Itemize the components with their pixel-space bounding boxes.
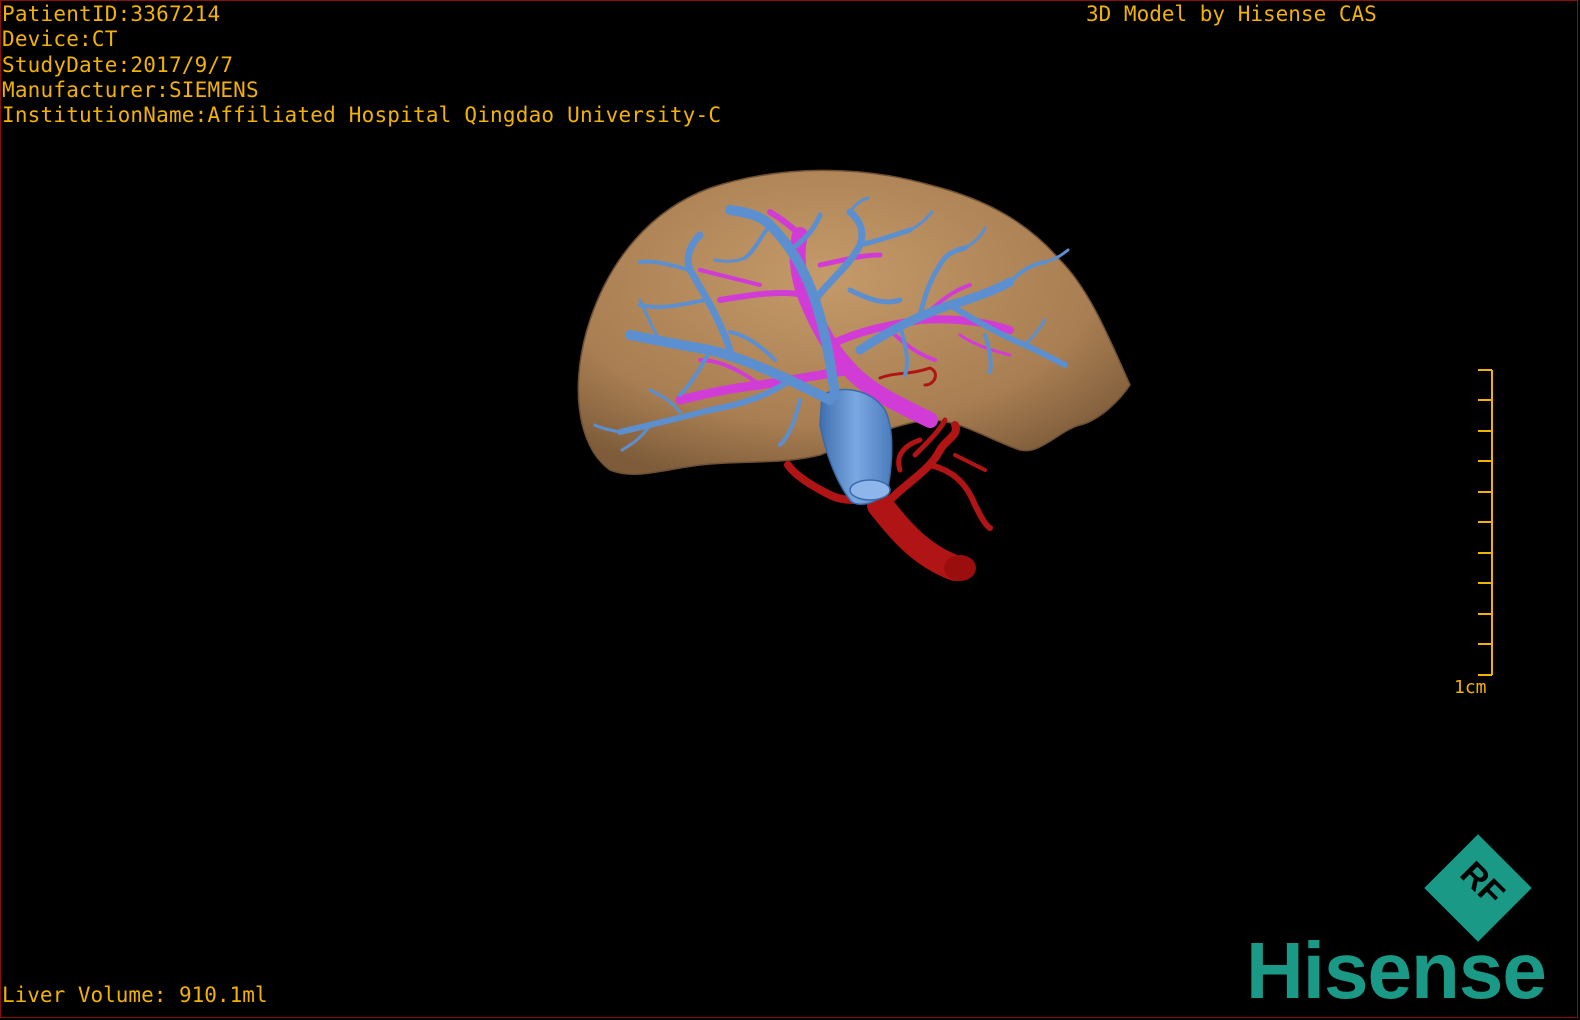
scale-bar-label: 1cm xyxy=(1454,677,1487,698)
liver-volume-text: Liver Volume: 910.1ml xyxy=(2,983,268,1007)
inferior-vena-cava xyxy=(819,388,893,505)
scale-bar xyxy=(1478,369,1493,676)
hisense-logo: Hisense xyxy=(1246,926,1547,1015)
3d-liver-render[interactable]: RF xyxy=(0,0,1580,1020)
